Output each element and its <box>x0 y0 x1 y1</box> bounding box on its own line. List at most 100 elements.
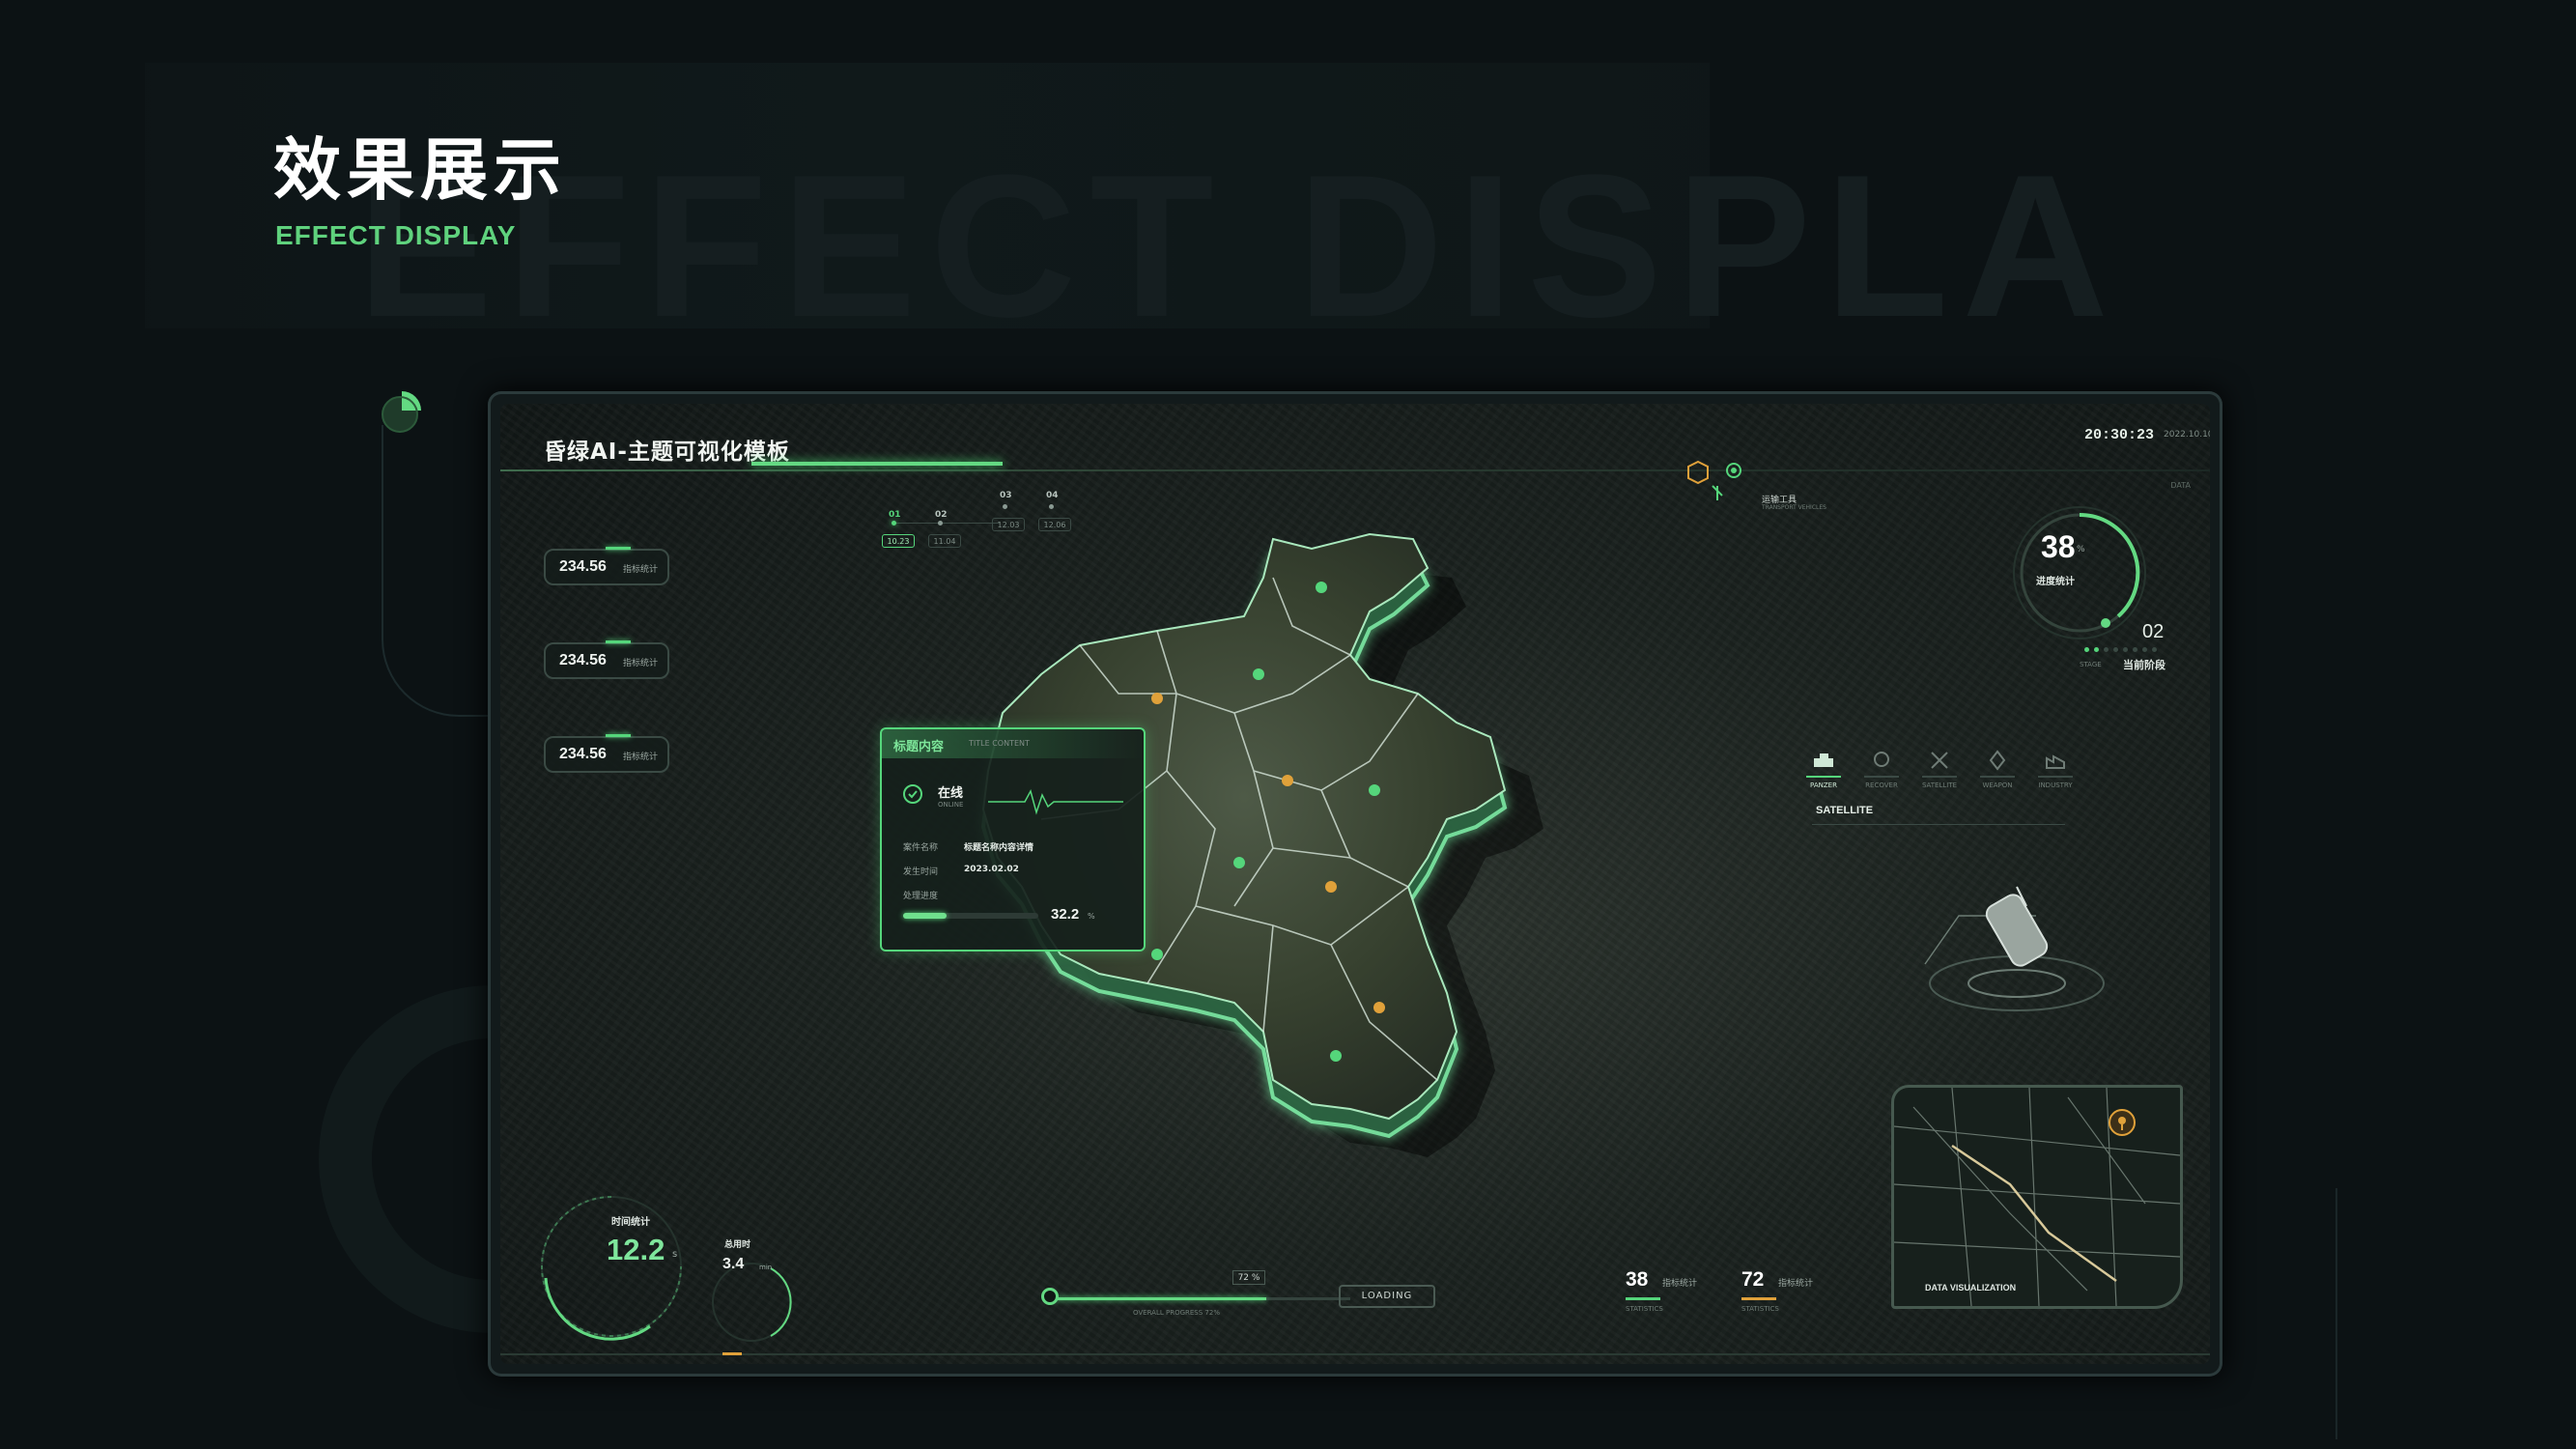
industry-icon <box>2038 747 2073 778</box>
stage-sublabel: STAGE <box>2080 661 2102 668</box>
satellite-icon <box>1922 747 1957 778</box>
satellite-divider <box>1812 824 2065 825</box>
stage-dot <box>2094 647 2099 652</box>
total-time-value: 3.4 <box>722 1256 745 1272</box>
stat-value: 234.56 <box>559 652 607 668</box>
dashboard-screen: 昏绿AI-主题可视化模板 20:30:23 2022.10.10 234.56 … <box>500 404 2210 1364</box>
weapon-icon <box>1980 747 2015 778</box>
progress-gauge <box>2013 506 2146 639</box>
slide-subtitle: EFFECT DISPLAY <box>275 220 517 250</box>
header-divider <box>500 469 2210 471</box>
pill-accent <box>606 547 631 550</box>
step-number: 03 <box>1000 491 1012 500</box>
total-time-label: 总用时 <box>724 1240 751 1250</box>
tab-label: SATELLITE <box>1921 781 1958 789</box>
slide-title: 效果展示 <box>273 130 567 210</box>
loading-button[interactable]: LOADING <box>1339 1285 1435 1308</box>
clock-date: 2022.10.10 <box>2164 430 2210 440</box>
stage-dot <box>2084 647 2089 652</box>
total-time-unit: min <box>759 1264 773 1271</box>
time-stat-label: 时间统计 <box>611 1217 650 1228</box>
satellite-panel-title: SATELLITE <box>1816 805 1874 816</box>
step-box[interactable]: 12.06 <box>1038 518 1071 531</box>
popup-progress-unit: % <box>1088 912 1095 921</box>
step-box[interactable]: 11.04 <box>928 534 961 548</box>
gauge-unit: % <box>2077 545 2085 554</box>
gauge-label: 进度统计 <box>2036 577 2075 587</box>
row-value: 2023.02.02 <box>964 865 1019 874</box>
dashboard-frame: 昏绿AI-主题可视化模板 20:30:23 2022.10.10 234.56 … <box>488 391 2222 1377</box>
tank-icon <box>1806 747 1841 778</box>
location-pin-icon[interactable] <box>2109 1109 2136 1136</box>
row-label: 案件名称 <box>903 843 939 853</box>
tab-label: RECOVER <box>1865 781 1898 789</box>
overall-progress-track <box>1051 1297 1350 1300</box>
stage-dot <box>2142 647 2147 652</box>
stat-pill[interactable]: 234.56 指标统计 <box>544 734 669 773</box>
dashboard-title: 昏绿AI-主题可视化模板 <box>544 440 790 465</box>
stage-dot <box>2104 647 2109 652</box>
heartbeat-icon <box>988 789 1123 815</box>
stat-unit: 指标统计 <box>623 565 659 575</box>
watermark-text: EFFECT DISPLA <box>357 132 2123 359</box>
tab-industry[interactable]: INDUSTRY <box>2031 747 2080 795</box>
step-box[interactable]: 12.03 <box>992 518 1025 531</box>
progress-handle[interactable] <box>1041 1288 1059 1305</box>
stat-value: 234.56 <box>559 558 607 575</box>
stat-value: 234.56 <box>559 746 607 762</box>
bottom-stat: 72 指标统计 STATISTICS <box>1741 1268 1848 1326</box>
stat-pill[interactable]: 234.56 指标统计 <box>544 547 669 585</box>
popup-title-en: TITLE CONTENT <box>969 739 1030 748</box>
decorative-line <box>2335 1188 2337 1439</box>
stage-value: 02 <box>2142 621 2165 642</box>
header-accent <box>751 462 1003 466</box>
step-box[interactable]: 10.23 <box>882 534 915 548</box>
decorative-arc <box>382 425 499 717</box>
row-value: 标题名称内容详情 <box>964 843 1034 853</box>
stat-pill[interactable]: 234.56 指标统计 <box>544 640 669 679</box>
tab-panzer[interactable]: PANZER <box>1799 747 1848 795</box>
bottom-stat-bar <box>1626 1297 1660 1300</box>
popup-title: 标题内容 <box>893 740 945 754</box>
step-dot[interactable] <box>1049 504 1054 509</box>
tab-satellite[interactable]: SATELLITE <box>1915 747 1964 795</box>
stat-unit: 指标统计 <box>623 659 659 668</box>
stage-dot <box>2133 647 2137 652</box>
step-number: 02 <box>935 510 948 520</box>
clock-time: 20:30:23 <box>2084 427 2155 443</box>
status-text-en: ONLINE <box>938 801 964 809</box>
step-dot[interactable] <box>1003 504 1007 509</box>
stepper-line <box>893 523 1000 524</box>
recover-icon <box>1864 747 1899 778</box>
tab-label: PANZER <box>1810 781 1837 789</box>
bottom-stat-unit: 指标统计 <box>1778 1279 1814 1289</box>
popup-progress-value: 32.2 <box>1051 906 1080 923</box>
category-tabs: PANZER RECOVER SATELLITE WEAPON INDUSTRY <box>1799 747 2089 795</box>
bottom-stat-sub: STATISTICS <box>1626 1305 1663 1313</box>
data-corner-label: DATA <box>2170 481 2191 490</box>
minimap-streets <box>1894 1088 2180 1306</box>
stage-label: 当前阶段 <box>2123 659 2166 671</box>
bottom-stat-unit: 指标统计 <box>1662 1279 1698 1289</box>
tab-recover[interactable]: RECOVER <box>1857 747 1906 795</box>
legend-icons <box>1687 460 1741 500</box>
tab-label: WEAPON <box>1982 781 2013 789</box>
stage-dot <box>2152 647 2157 652</box>
pill-accent <box>606 734 631 737</box>
transport-sublabel: TRANSPORT VEHICLES <box>1762 504 1826 511</box>
step-dot[interactable] <box>938 521 943 526</box>
bottom-stat-value: 38 <box>1626 1268 1649 1291</box>
step-dot[interactable] <box>892 521 896 526</box>
popup-progress-track <box>903 913 1038 919</box>
footer-divider <box>500 1353 2210 1355</box>
minimap[interactable]: DATA VISUALIZATION <box>1891 1085 2183 1309</box>
satellite-model-icon <box>1924 886 2105 1011</box>
info-popup[interactable]: 标题内容 TITLE CONTENT 在线 ONLINE 案件名称 标题名称内容… <box>880 727 1146 952</box>
timeline-stepper: 01 10.23 02 11.04 03 12.03 04 12.06 <box>882 491 1075 558</box>
status-text: 在线 <box>938 786 964 801</box>
row-label: 发生时间 <box>903 867 939 877</box>
pill-accent <box>606 640 631 643</box>
tab-weapon[interactable]: WEAPON <box>1973 747 2022 795</box>
step-number: 01 <box>889 510 901 520</box>
bottom-stat: 38 指标统计 STATISTICS <box>1626 1268 1732 1326</box>
